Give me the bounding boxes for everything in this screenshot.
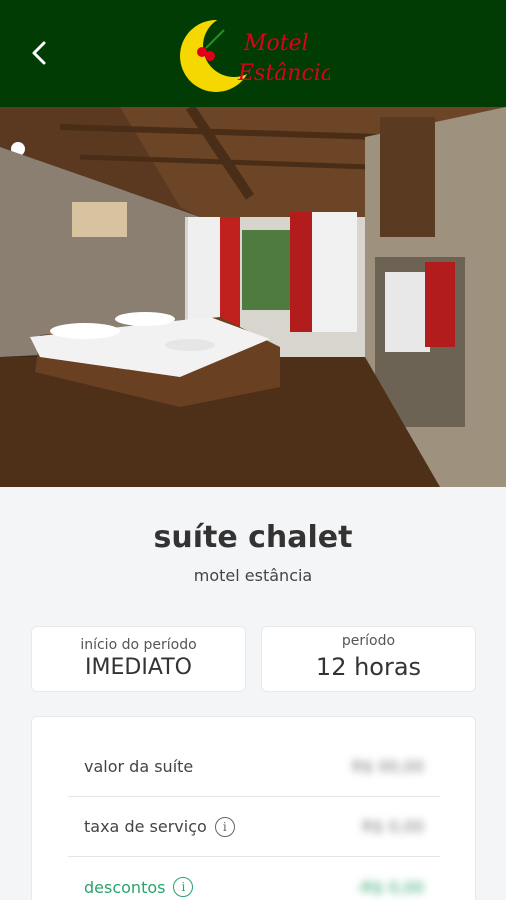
discounts-row: descontos i -R$ 0,00 (68, 857, 440, 900)
service-fee-row: taxa de serviço i R$ 0,00 (68, 797, 440, 857)
period-card: período 12 horas (261, 626, 476, 692)
back-button[interactable] (22, 35, 58, 71)
period-start-card: início do período IMEDIATO (31, 626, 246, 692)
suite-value-row: valor da suíte R$ 00,00 (68, 737, 440, 797)
motel-name: motel estância (193, 566, 313, 585)
period-start-value: IMEDIATO (85, 655, 192, 680)
suite-value-label: valor da suíte (84, 757, 194, 776)
service-fee-amount: R$ 0,00 (361, 817, 424, 836)
room-photo-carousel[interactable] (0, 107, 506, 487)
motel-estancia-logo: Motel Estância (180, 8, 334, 100)
discounts-amount: -R$ 0,00 (356, 877, 424, 897)
period-start-label: início do período (80, 637, 197, 653)
info-circle-icon[interactable]: i (173, 877, 194, 897)
suite-value-amount: R$ 00,00 (351, 757, 424, 776)
room-photo (0, 107, 506, 487)
period-label: período (341, 633, 396, 649)
app-header: Motel Estância (0, 0, 506, 107)
svg-text:Motel: Motel (243, 31, 309, 56)
discounts-label: descontos (84, 877, 166, 897)
info-circle-icon[interactable]: i (214, 816, 235, 837)
chevron-left-icon (32, 41, 46, 65)
price-breakdown-card: valor da suíte R$ 00,00 taxa de serviço … (31, 716, 476, 900)
suite-name: suíte chalet (153, 520, 353, 555)
service-fee-label: taxa de serviço (84, 817, 207, 836)
period-value: 12 horas (315, 653, 422, 681)
svg-text:Estância: Estância (237, 61, 330, 86)
